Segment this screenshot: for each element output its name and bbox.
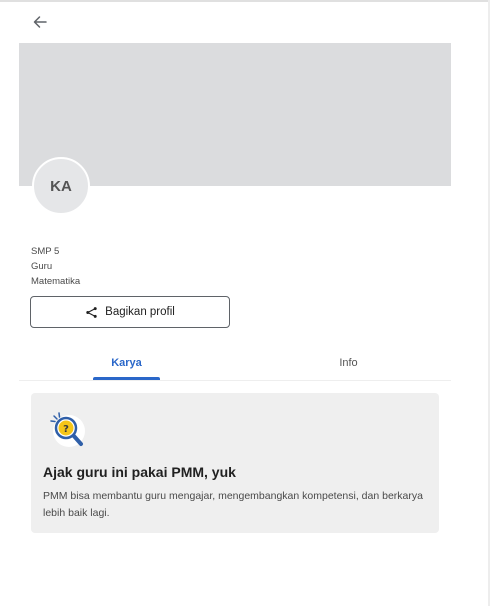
- share-icon: [86, 306, 97, 318]
- tab-karya[interactable]: Karya: [93, 346, 160, 380]
- top-border: [0, 0, 490, 2]
- profile-role: Guru: [31, 261, 53, 272]
- invite-card: ? Ajak guru ini pakai PMM, yuk PMM bisa …: [31, 393, 439, 533]
- avatar: KA: [32, 157, 90, 215]
- cover-image: [19, 43, 451, 186]
- avatar-initials: KA: [50, 177, 72, 195]
- back-button[interactable]: [30, 12, 50, 32]
- svg-text:?: ?: [63, 424, 69, 435]
- tab-bar: Karya Info: [19, 346, 451, 381]
- share-profile-label: Bagikan profil: [105, 306, 175, 318]
- tab-info-label: Info: [339, 357, 358, 369]
- profile-info: SMP 5 Guru Matematika: [31, 244, 80, 289]
- profile-subject: Matematika: [31, 276, 81, 287]
- card-title: Ajak guru ini pakai PMM, yuk: [43, 464, 236, 480]
- active-tab-indicator: [93, 377, 160, 380]
- share-profile-button[interactable]: Bagikan profil: [30, 296, 230, 328]
- arrow-left-icon: [33, 16, 47, 28]
- magnifier-question-icon: ?: [50, 412, 85, 447]
- profile-school: SMP 5: [31, 246, 60, 257]
- tab-info[interactable]: Info: [315, 346, 382, 380]
- tab-karya-label: Karya: [111, 357, 142, 369]
- card-description: PMM bisa membantu guru mengajar, mengemb…: [43, 490, 423, 519]
